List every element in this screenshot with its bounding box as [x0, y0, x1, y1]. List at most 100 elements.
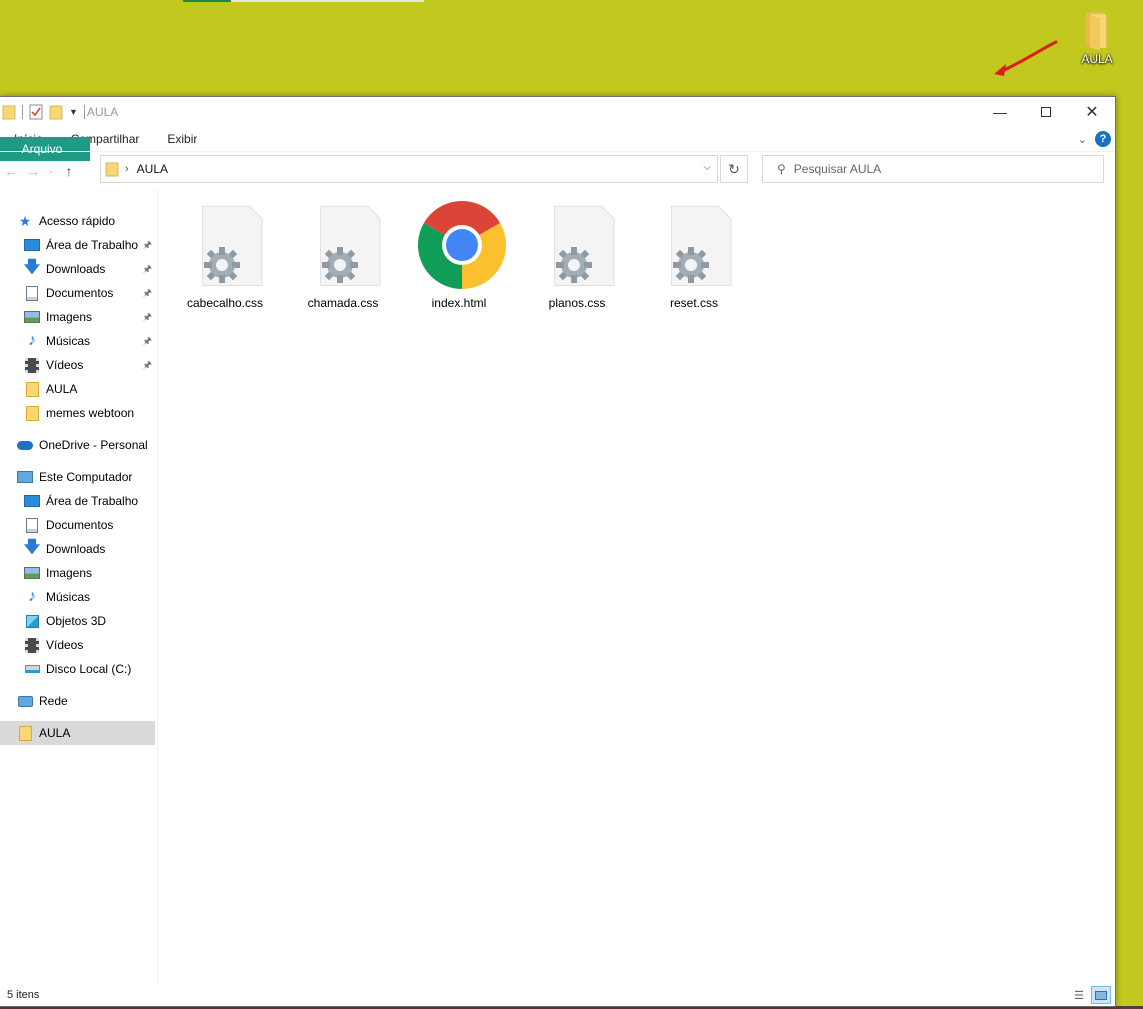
network-icon [17, 693, 33, 709]
file-item-reset[interactable]: reset.css [649, 199, 739, 310]
nav-quick-videos[interactable]: Vídeos 🖈 [0, 353, 157, 377]
folder-icon [17, 725, 33, 741]
download-icon: 🡇 [23, 538, 41, 556]
breadcrumb-aula[interactable]: AULA [137, 162, 168, 176]
nav-quick-aula[interactable]: AULA [0, 377, 157, 401]
nav-quick-pictures[interactable]: Imagens 🖈 [0, 305, 157, 329]
pin-icon: 🖈 [142, 360, 152, 371]
search-input[interactable] [793, 162, 1094, 176]
folder-icon [2, 105, 16, 120]
chevron-down-icon: ⌄ [47, 166, 55, 175]
ribbon-tabs: Arquivo Início Compartilhar Exibir ⌄ ? [0, 127, 1115, 161]
help-icon[interactable]: ? [1095, 131, 1111, 147]
nav-network[interactable]: Rede [0, 689, 157, 713]
nav-label: Músicas [46, 590, 91, 604]
nav-quick-desktop[interactable]: Área de Trabalho 🖈 [0, 233, 157, 257]
search-box[interactable]: ⚲ [762, 155, 1104, 183]
ribbon-right-controls: ⌄ ? [1078, 131, 1111, 147]
desktop-folder-aula[interactable]: AULA [1072, 8, 1122, 66]
document-icon [24, 285, 40, 301]
recent-locations-button[interactable]: ⌄ [44, 159, 58, 183]
file-name: chamada.css [307, 296, 379, 310]
nav-label: Downloads [46, 542, 106, 556]
nav-label: Área de Trabalho [46, 494, 139, 508]
status-bar: 5 itens ☰ [0, 984, 1115, 1006]
nav-quick-memes-webtoon[interactable]: memes webtoon [0, 401, 157, 425]
minimize-button[interactable]: — [977, 97, 1023, 127]
music-icon: ♪ [28, 332, 36, 349]
nav-pc-desktop[interactable]: Área de Trabalho [0, 489, 157, 513]
nav-label: Vídeos [46, 638, 84, 652]
nav-pc-downloads[interactable]: 🡇 Downloads [0, 537, 157, 561]
navigation-pane: ★ Acesso rápido Área de Trabalho 🖈 🡇 Dow… [0, 189, 158, 984]
view-buttons: ☰ [1069, 986, 1111, 1004]
css-file-icon [554, 205, 615, 286]
properties-icon[interactable] [29, 104, 43, 120]
quick-access-toolbar: ▼ [0, 104, 85, 120]
address-history-chevron-icon[interactable]: ⌵ [703, 162, 711, 173]
new-folder-icon[interactable] [49, 104, 63, 120]
file-item-planos[interactable]: planos.css [532, 199, 622, 310]
expand-ribbon-icon[interactable]: ⌄ [1078, 133, 1087, 146]
title-bar: ▼ AULA — ✕ [0, 97, 1115, 127]
music-icon: ♪ [28, 588, 36, 605]
nav-pc-local-disk[interactable]: Disco Local (C:) [0, 657, 157, 681]
css-file-icon [202, 205, 263, 286]
qat-dropdown-icon[interactable]: ▼ [69, 107, 78, 117]
refresh-button[interactable]: ↻ [720, 155, 748, 183]
download-icon: 🡇 [23, 258, 41, 276]
content-area: ★ Acesso rápido Área de Trabalho 🖈 🡇 Dow… [0, 189, 1115, 984]
breadcrumb-separator-icon[interactable]: › [125, 163, 129, 175]
nav-label: AULA [39, 726, 71, 740]
video-icon [24, 357, 40, 373]
nav-label: Rede [39, 694, 68, 708]
nav-label: Músicas [46, 334, 91, 348]
chrome-icon [418, 201, 506, 289]
pin-icon: 🖈 [142, 264, 152, 275]
details-view-button[interactable]: ☰ [1069, 986, 1089, 1004]
file-item-chamada[interactable]: chamada.css [298, 199, 388, 310]
minimize-icon: — [993, 104, 1007, 120]
window-title: AULA [86, 105, 119, 119]
video-icon [24, 637, 40, 653]
nav-quick-documents[interactable]: Documentos 🖈 [0, 281, 157, 305]
nav-pc-documents[interactable]: Documentos [0, 513, 157, 537]
forward-button[interactable]: → [22, 159, 44, 183]
nav-quick-downloads[interactable]: 🡇 Downloads 🖈 [0, 257, 157, 281]
close-icon: ✕ [1085, 104, 1099, 121]
up-button[interactable]: ↑ [58, 159, 80, 183]
address-bar[interactable]: › AULA ⌵ [100, 155, 718, 183]
nav-quick-access[interactable]: ★ Acesso rápido [0, 209, 157, 233]
qat-separator [22, 105, 23, 119]
desktop-icon [24, 237, 40, 253]
nav-onedrive[interactable]: OneDrive - Personal [0, 433, 157, 457]
file-name: cabecalho.css [186, 296, 264, 310]
nav-label: Objetos 3D [46, 614, 107, 628]
close-button[interactable]: ✕ [1069, 97, 1115, 127]
nav-pc-pictures[interactable]: Imagens [0, 561, 157, 585]
nav-quick-music[interactable]: ♪ Músicas 🖈 [0, 329, 157, 353]
nav-pc-videos[interactable]: Vídeos [0, 633, 157, 657]
desktop-folder-label: AULA [1081, 52, 1113, 66]
pin-icon: 🖈 [142, 240, 152, 251]
nav-aula-selected[interactable]: AULA [0, 721, 155, 745]
maximize-button[interactable] [1023, 97, 1069, 127]
nav-pc-3d-objects[interactable]: Objetos 3D [0, 609, 157, 633]
nav-label: Downloads [46, 262, 106, 276]
file-item-index[interactable]: index.html [414, 199, 506, 310]
tab-exibir[interactable]: Exibir [153, 127, 211, 151]
folder-icon [1086, 12, 1108, 50]
pin-icon: 🖈 [142, 312, 152, 323]
desktop-icon [24, 493, 40, 509]
nav-label: memes webtoon [46, 406, 135, 420]
nav-this-pc[interactable]: Este Computador [0, 465, 157, 489]
file-item-cabecalho[interactable]: cabecalho.css [180, 199, 270, 310]
css-file-icon [671, 205, 732, 286]
large-icons-view-icon [1095, 990, 1107, 1000]
large-icons-view-button[interactable] [1091, 986, 1111, 1004]
back-button[interactable]: ← [0, 159, 22, 183]
maximize-icon [1041, 107, 1051, 117]
nav-pc-music[interactable]: ♪ Músicas [0, 585, 157, 609]
pictures-icon [24, 565, 40, 581]
red-arrow-annotation [994, 40, 1058, 76]
